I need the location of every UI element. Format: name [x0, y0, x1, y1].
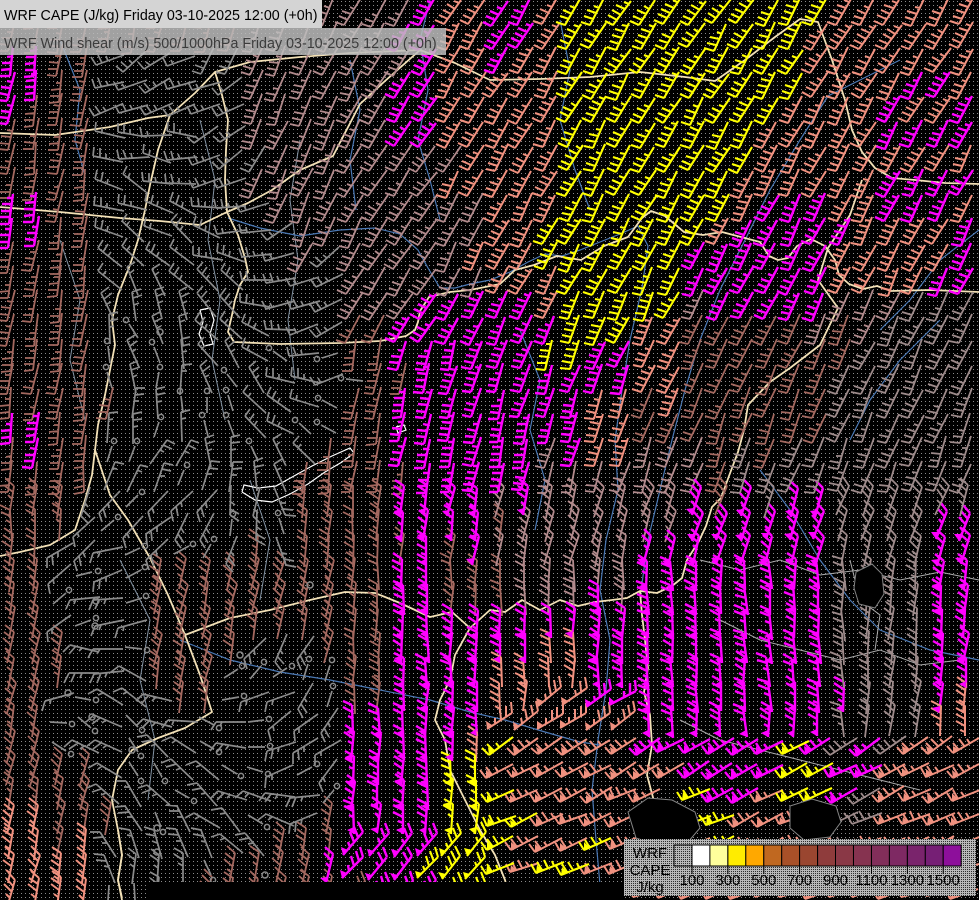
svg-text:WRF Wind shear (m/s) 500/1000h: WRF Wind shear (m/s) 500/1000hPa Friday … [4, 36, 437, 52]
svg-text:1500: 1500 [927, 872, 960, 889]
svg-text:1100: 1100 [855, 872, 887, 889]
svg-text:WRF: WRF [633, 845, 667, 862]
svg-text:700: 700 [787, 872, 812, 889]
svg-text:CAPE: CAPE [630, 862, 671, 879]
svg-text:J/kg: J/kg [636, 879, 664, 896]
svg-text:500: 500 [751, 872, 776, 889]
svg-text:900: 900 [823, 872, 848, 889]
svg-text:100: 100 [679, 872, 704, 889]
svg-text:300: 300 [715, 872, 740, 889]
svg-text:1300: 1300 [891, 872, 924, 889]
svg-text:WRF CAPE (J/kg) Friday 03-10-2: WRF CAPE (J/kg) Friday 03-10-2025 12:00 … [4, 8, 317, 24]
